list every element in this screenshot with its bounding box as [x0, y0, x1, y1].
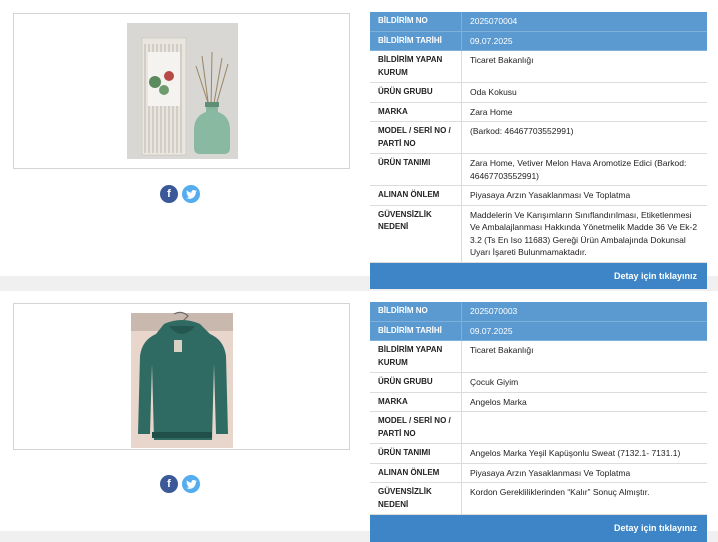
value-alinan-onlem: Piyasaya Arzın Yasaklanması Ve Toplatma: [461, 185, 707, 206]
notice-info-table: BİLDİRİM NO 2025070003 BİLDİRİM TARİHİ 0…: [370, 302, 707, 542]
value-guvensizlik-nedeni: Kordon Gerekliliklerinden “Kalır” Sonuç …: [461, 482, 707, 516]
value-bildirim-no: 2025070003: [461, 302, 707, 322]
info-row-bildirim-no: BİLDİRİM NO 2025070004: [370, 12, 707, 32]
value-marka: Zara Home: [461, 102, 707, 122]
product-image-hoodie[interactable]: [14, 304, 349, 449]
value-urun-grubu: Çocuk Giyim: [461, 372, 707, 393]
label-guvensizlik-nedeni: GÜVENSİZLİK NEDENİ: [370, 205, 462, 263]
product-image-diffuser[interactable]: [14, 14, 349, 168]
label-kurum: BİLDİRİM YAPAN KURUM: [370, 50, 462, 83]
label-marka: MARKA: [370, 102, 462, 122]
info-row-bildirim-no: BİLDİRİM NO 2025070003: [370, 302, 707, 322]
value-bildirim-no: 2025070004: [461, 12, 707, 32]
info-row-marka: MARKA Zara Home: [370, 102, 707, 122]
label-urun-tanimi: ÜRÜN TANIMI: [370, 153, 462, 186]
notice-info-table: BİLDİRİM NO 2025070004 BİLDİRİM TARİHİ 0…: [370, 12, 707, 289]
label-urun-grubu: ÜRÜN GRUBU: [370, 82, 462, 103]
value-urun-tanimi: Angelos Marka Yeşil Kapüşonlu Sweat (713…: [461, 443, 707, 464]
info-row-bildirim-tarihi: BİLDİRİM TARİHİ 09.07.2025: [370, 31, 707, 51]
info-row-detail: Detay için tıklayınız: [370, 514, 707, 542]
info-row-guvensizlik-nedeni: GÜVENSİZLİK NEDENİ Maddelerin Ve Karışım…: [370, 205, 707, 263]
label-bildirim-no: BİLDİRİM NO: [370, 302, 462, 322]
value-urun-grubu: Oda Kokusu: [461, 82, 707, 103]
value-kurum: Ticaret Bakanlığı: [461, 340, 707, 374]
info-row-urun-grubu: ÜRÜN GRUBU Oda Kokusu: [370, 82, 707, 103]
value-kurum: Ticaret Bakanlığı: [461, 50, 707, 83]
info-row-urun-tanimi: ÜRÜN TANIMI Angelos Marka Yeşil Kapüşonl…: [370, 443, 707, 464]
value-bildirim-tarihi: 09.07.2025: [461, 321, 707, 341]
info-row-urun-grubu: ÜRÜN GRUBU Çocuk Giyim: [370, 372, 707, 393]
info-row-model: MODEL / SERİ NO / PARTİ NO: [370, 411, 707, 445]
product-image-frame[interactable]: [13, 303, 350, 450]
info-row-marka: MARKA Angelos Marka: [370, 392, 707, 413]
label-bildirim-tarihi: BİLDİRİM TARİHİ: [370, 321, 462, 341]
info-row-alinan-onlem: ALINAN ÖNLEM Piyasaya Arzın Yasaklanması…: [370, 185, 707, 206]
facebook-icon[interactable]: f: [160, 475, 178, 493]
share-buttons: f: [160, 475, 200, 493]
label-urun-tanimi: ÜRÜN TANIMI: [370, 443, 462, 464]
info-row-kurum: BİLDİRİM YAPAN KURUM Ticaret Bakanlığı: [370, 50, 707, 83]
info-row-guvensizlik-nedeni: GÜVENSİZLİK NEDENİ Kordon Gereklilikleri…: [370, 482, 707, 516]
label-marka: MARKA: [370, 392, 462, 413]
info-row-model: MODEL / SERİ NO / PARTİ NO (Barkod: 4646…: [370, 121, 707, 154]
value-alinan-onlem: Piyasaya Arzın Yasaklanması Ve Toplatma: [461, 463, 707, 484]
value-model: [461, 411, 707, 445]
label-alinan-onlem: ALINAN ÖNLEM: [370, 185, 462, 206]
detail-link[interactable]: Detay için tıklayınız: [614, 271, 697, 281]
label-urun-grubu: ÜRÜN GRUBU: [370, 372, 462, 393]
value-model: (Barkod: 46467703552991): [461, 121, 707, 154]
value-guvensizlik-nedeni: Maddelerin Ve Karışımların Sınıflandırıl…: [461, 205, 707, 263]
detail-link[interactable]: Detay için tıklayınız: [614, 523, 697, 533]
info-row-bildirim-tarihi: BİLDİRİM TARİHİ 09.07.2025: [370, 321, 707, 341]
info-row-urun-tanimi: ÜRÜN TANIMI Zara Home, Vetiver Melon Hav…: [370, 153, 707, 186]
value-urun-tanimi: Zara Home, Vetiver Melon Hava Aromotize …: [461, 153, 707, 186]
value-marka: Angelos Marka: [461, 392, 707, 413]
label-model: MODEL / SERİ NO / PARTİ NO: [370, 411, 462, 445]
label-bildirim-tarihi: BİLDİRİM TARİHİ: [370, 31, 462, 51]
info-row-kurum: BİLDİRİM YAPAN KURUM Ticaret Bakanlığı: [370, 340, 707, 374]
label-guvensizlik-nedeni: GÜVENSİZLİK NEDENİ: [370, 482, 462, 516]
label-kurum: BİLDİRİM YAPAN KURUM: [370, 340, 462, 374]
facebook-icon[interactable]: f: [160, 185, 178, 203]
value-bildirim-tarihi: 09.07.2025: [461, 31, 707, 51]
share-buttons: f: [160, 185, 200, 203]
label-bildirim-no: BİLDİRİM NO: [370, 12, 462, 32]
twitter-icon[interactable]: [182, 475, 200, 493]
twitter-icon[interactable]: [182, 185, 200, 203]
product-image-frame[interactable]: [13, 13, 350, 169]
info-row-alinan-onlem: ALINAN ÖNLEM Piyasaya Arzın Yasaklanması…: [370, 463, 707, 484]
info-row-detail: Detay için tıklayınız: [370, 262, 707, 289]
label-model: MODEL / SERİ NO / PARTİ NO: [370, 121, 462, 154]
label-alinan-onlem: ALINAN ÖNLEM: [370, 463, 462, 484]
